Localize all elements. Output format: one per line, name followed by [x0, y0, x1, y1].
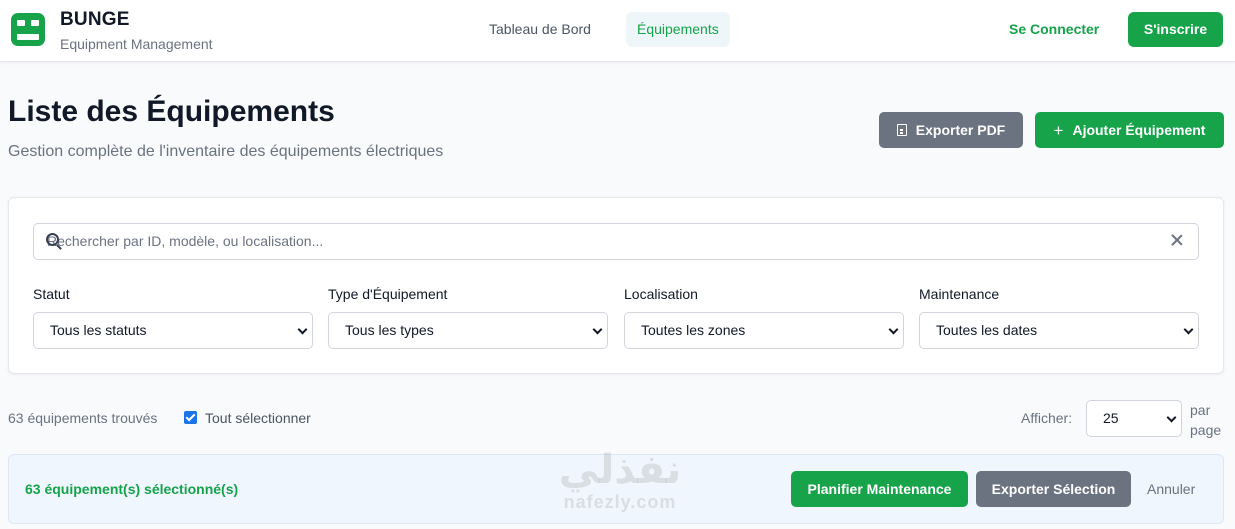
status-select-value: Tous les statuts: [50, 322, 147, 338]
location-select[interactable]: Toutes les zones: [624, 312, 904, 349]
status-select[interactable]: Tous les statuts: [33, 312, 313, 349]
location-select-value: Toutes les zones: [641, 322, 746, 338]
signup-button[interactable]: S'inscrire: [1128, 12, 1223, 47]
type-filter-label: Type d'Équipement: [328, 286, 448, 302]
type-select-value: Tous les types: [345, 322, 434, 338]
plan-maintenance-button[interactable]: Planifier Maintenance: [791, 471, 968, 507]
robot-icon[interactable]: [11, 13, 45, 46]
status-filter-label: Statut: [33, 286, 70, 302]
nav-equipments[interactable]: Équipements: [626, 12, 730, 47]
page-title: Liste des Équipements: [8, 95, 335, 128]
add-equipment-label: Ajouter Équipement: [1072, 122, 1206, 138]
show-label: Afficher:: [1021, 410, 1073, 426]
per-page-value: 25: [1103, 410, 1119, 426]
add-equipment-button[interactable]: + Ajouter Équipement: [1035, 112, 1224, 148]
maintenance-select-value: Toutes les dates: [936, 322, 1038, 338]
results-count: 63 équipements trouvés: [8, 410, 158, 426]
login-link[interactable]: Se Connecter: [1009, 21, 1099, 37]
nav-dashboard[interactable]: Tableau de Bord: [478, 12, 602, 47]
export-pdf-label: Exporter PDF: [915, 122, 1006, 138]
chevron-down-icon: [888, 324, 899, 335]
brand-name[interactable]: BUNGE: [60, 9, 130, 31]
select-all-checkbox[interactable]: [184, 411, 197, 424]
per-page-suffix: par page: [1190, 402, 1222, 438]
export-selection-button[interactable]: Exporter Sélection: [976, 471, 1131, 507]
top-navbar: BUNGE Equipment Management Tableau de Bo…: [0, 0, 1235, 62]
chevron-down-icon: [1183, 324, 1194, 335]
search-input[interactable]: [47, 231, 1147, 251]
type-select[interactable]: Tous les types: [328, 312, 608, 349]
file-pdf-icon: [896, 124, 907, 136]
selected-count: 63 équipement(s) sélectionné(s): [25, 481, 239, 497]
location-filter-label: Localisation: [624, 286, 698, 302]
chevron-down-icon: [1166, 412, 1177, 423]
chevron-down-icon: [297, 324, 308, 335]
chevron-down-icon: [592, 324, 603, 335]
cancel-button[interactable]: Annuler: [1147, 481, 1195, 497]
close-icon[interactable]: [1169, 232, 1185, 248]
export-pdf-button[interactable]: Exporter PDF: [879, 112, 1023, 148]
per-page-select[interactable]: 25: [1086, 400, 1182, 437]
page-subtitle: Gestion complète de l'inventaire des équ…: [8, 143, 444, 160]
brand-subtitle: Equipment Management: [60, 36, 213, 52]
maintenance-select[interactable]: Toutes les dates: [919, 312, 1199, 349]
select-all-label[interactable]: Tout sélectionner: [205, 410, 311, 426]
maintenance-filter-label: Maintenance: [919, 286, 1000, 302]
search-icon: [46, 233, 59, 246]
plus-icon: +: [1053, 120, 1064, 140]
